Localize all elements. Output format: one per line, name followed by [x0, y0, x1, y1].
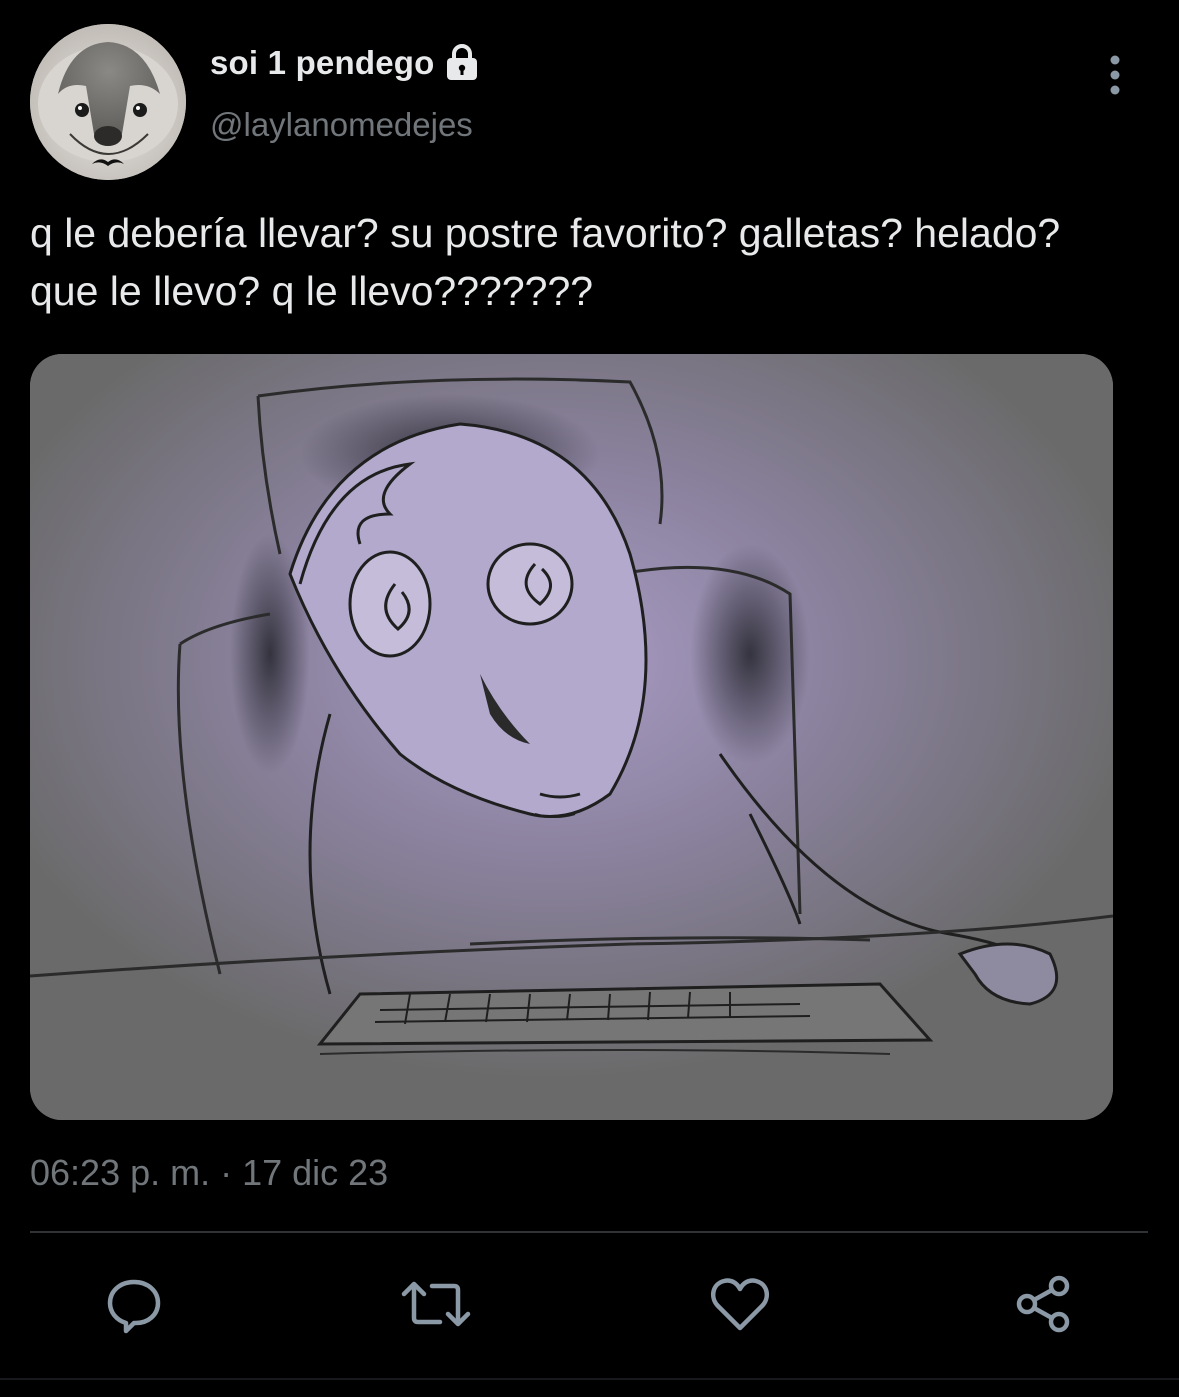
- bottom-divider: [0, 1378, 1179, 1380]
- lock-icon: [444, 43, 480, 83]
- more-options-icon[interactable]: [1096, 52, 1134, 98]
- share-icon: [1016, 1275, 1070, 1333]
- stressed-cartoon-image: [30, 354, 1113, 1120]
- tweet-action-bar: [0, 1268, 1179, 1340]
- tweet-media-image[interactable]: [30, 354, 1113, 1120]
- avatar[interactable]: [30, 24, 186, 180]
- like-button[interactable]: [704, 1268, 776, 1340]
- reply-icon: [107, 1279, 161, 1334]
- divider: [30, 1231, 1148, 1233]
- user-name-row: soi 1 pendego: [210, 40, 480, 86]
- heart-icon: [710, 1278, 770, 1331]
- retweet-button[interactable]: [400, 1268, 472, 1340]
- tweet-timestamp[interactable]: 06:23 p. m. · 17 dic 23: [30, 1152, 388, 1194]
- reply-button[interactable]: [98, 1268, 170, 1340]
- tweet-text: q le debería llevar? su postre favorito?…: [30, 210, 1061, 314]
- tweet-detail: soi 1 pendego @laylanomedejes q le deber…: [0, 0, 1179, 1397]
- user-handle[interactable]: @laylanomedejes: [210, 106, 473, 144]
- seal-avatar-icon: [30, 24, 186, 180]
- retweet-icon: [401, 1281, 471, 1327]
- share-button[interactable]: [1007, 1268, 1079, 1340]
- display-name[interactable]: soi 1 pendego: [210, 44, 434, 82]
